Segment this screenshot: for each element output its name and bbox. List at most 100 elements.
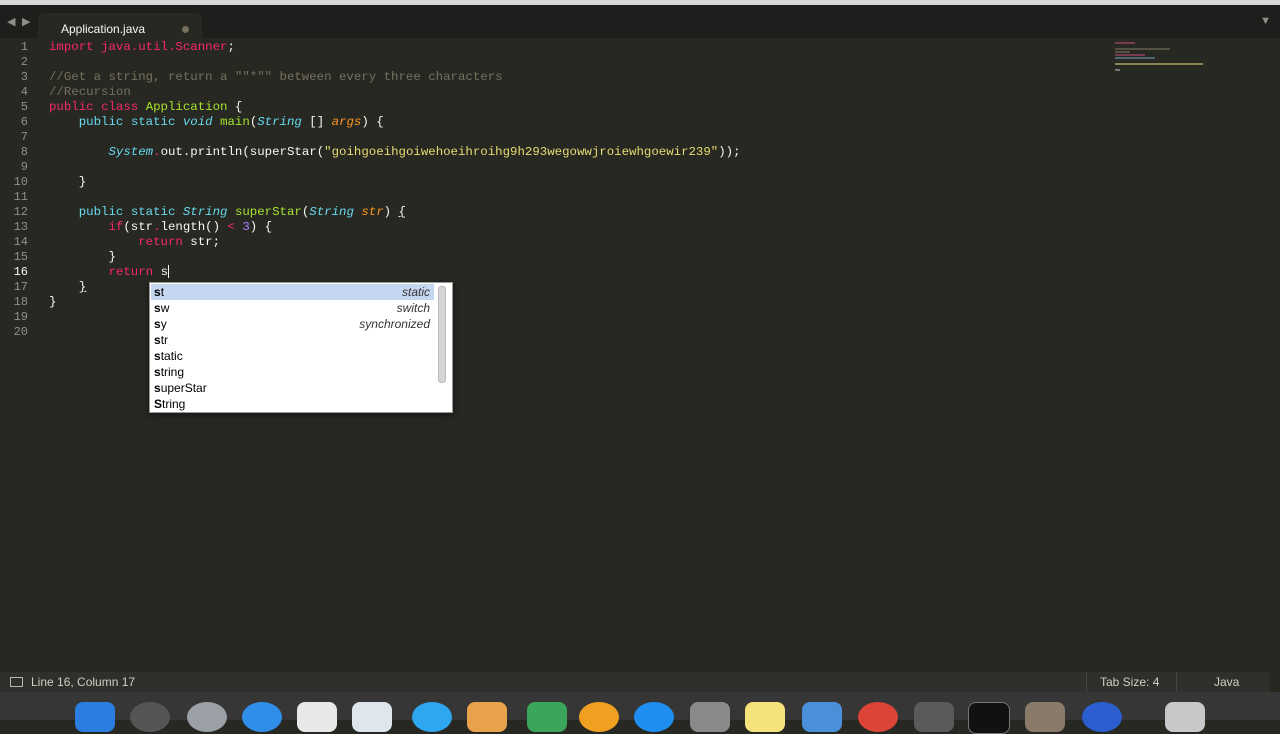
autocomplete-trigger: static bbox=[154, 349, 183, 363]
text-cursor bbox=[168, 265, 169, 279]
line-number: 9 bbox=[20, 160, 28, 174]
autocomplete-item[interactable]: static bbox=[151, 348, 434, 364]
status-divider bbox=[1086, 672, 1087, 692]
autocomplete-item[interactable]: str bbox=[151, 332, 434, 348]
trash-icon[interactable] bbox=[1165, 702, 1205, 732]
code-line-10[interactable]: } bbox=[49, 175, 741, 190]
autocomplete-popup: st static sw switch sy synchronized str sta… bbox=[149, 282, 453, 413]
code-line-14[interactable]: return str; bbox=[49, 235, 741, 250]
folder-icon[interactable] bbox=[1025, 702, 1065, 732]
code-line-16[interactable]: return s bbox=[49, 265, 741, 280]
autocomplete-item[interactable]: superStar bbox=[151, 380, 434, 396]
param-args: args bbox=[331, 115, 362, 129]
comment: //Recursion bbox=[49, 85, 131, 99]
preview-icon[interactable] bbox=[352, 702, 392, 732]
autocomplete-item[interactable]: sw switch bbox=[151, 300, 434, 316]
app-store-icon[interactable] bbox=[634, 702, 674, 732]
autocomplete-item[interactable]: sy synchronized bbox=[151, 316, 434, 332]
cursor-position: Line 16, Column 17 bbox=[31, 675, 136, 689]
keyword-import: import bbox=[49, 40, 94, 54]
forward-icon[interactable]: ▶ bbox=[22, 15, 30, 28]
line-number-current: 16 bbox=[13, 265, 28, 279]
keyword-static: static bbox=[130, 205, 176, 219]
line-number-gutter: 1 2 3 4 5 6 7 8 9 10 11 12 13 14 15 16 1… bbox=[0, 40, 36, 340]
comment: //Get a string, return a ""*"" between e… bbox=[49, 70, 503, 84]
number-literal: 3 bbox=[242, 220, 250, 234]
line-number: 5 bbox=[20, 100, 28, 114]
trigger-rest: t bbox=[160, 285, 165, 299]
autocomplete-trigger: sw bbox=[154, 301, 169, 315]
code-line-1[interactable]: import java.util.Scanner; bbox=[49, 40, 741, 55]
tab-size-selector[interactable]: Tab Size: 4 bbox=[1100, 675, 1159, 689]
dot: . bbox=[153, 220, 161, 234]
autocomplete-item[interactable]: string bbox=[151, 364, 434, 380]
code-line-12[interactable]: public static String superStar(String st… bbox=[49, 205, 741, 220]
notes-icon[interactable] bbox=[745, 702, 785, 732]
search-icon[interactable] bbox=[130, 702, 170, 732]
line-number: 13 bbox=[13, 220, 28, 234]
autocomplete-scrollbar[interactable] bbox=[438, 286, 446, 383]
code-line-8[interactable]: System.out.println(superStar("goihgoeihg… bbox=[49, 145, 741, 160]
status-divider bbox=[1176, 672, 1177, 692]
vertical-scrollbar[interactable] bbox=[1268, 38, 1280, 668]
chrome-icon[interactable] bbox=[858, 702, 898, 732]
finder-icon[interactable] bbox=[75, 702, 115, 732]
tab-title: Application.java bbox=[61, 22, 146, 36]
line-number: 12 bbox=[13, 205, 28, 219]
system-preferences-icon[interactable] bbox=[690, 702, 730, 732]
syntax-selector[interactable]: Java bbox=[1214, 675, 1239, 689]
keyword-return: return bbox=[108, 265, 154, 279]
matching-brace: { bbox=[398, 205, 406, 219]
autocomplete-trigger: superStar bbox=[154, 381, 207, 395]
typed-text: s bbox=[160, 265, 168, 279]
numbers-icon[interactable] bbox=[527, 702, 567, 732]
pages-icon[interactable] bbox=[467, 702, 507, 732]
minimap[interactable] bbox=[1115, 42, 1205, 76]
line-number: 15 bbox=[13, 250, 28, 264]
line-number: 7 bbox=[20, 130, 28, 144]
autocomplete-item[interactable]: st static bbox=[151, 284, 434, 300]
code-line-4[interactable]: //Recursion bbox=[49, 85, 741, 100]
code-line-11[interactable] bbox=[49, 190, 741, 205]
line-number: 17 bbox=[13, 280, 28, 294]
code-line-15[interactable]: } bbox=[49, 250, 741, 265]
code-line-7[interactable] bbox=[49, 130, 741, 145]
match-char: s bbox=[154, 381, 161, 395]
trigger-rest: tring bbox=[162, 397, 186, 411]
tab-unsaved-dot-icon[interactable] bbox=[182, 26, 189, 33]
messages-icon[interactable] bbox=[412, 702, 452, 732]
app-icon[interactable] bbox=[1082, 702, 1122, 732]
keyword-public: public bbox=[78, 115, 124, 129]
matching-brace: } bbox=[78, 280, 87, 294]
dock bbox=[0, 692, 1280, 734]
panel-toggle-icon[interactable] bbox=[10, 677, 23, 687]
code-line-3[interactable]: //Get a string, return a ""*"" between e… bbox=[49, 70, 741, 85]
sublime-text-icon[interactable] bbox=[914, 702, 954, 732]
safari-icon[interactable] bbox=[242, 702, 282, 732]
trigger-rest: tr bbox=[160, 333, 169, 347]
ibooks-icon[interactable] bbox=[579, 702, 619, 732]
autocomplete-trigger: sy bbox=[154, 317, 167, 331]
paren: ) bbox=[383, 205, 399, 219]
code-line-6[interactable]: public static void main(String [] args) … bbox=[49, 115, 741, 130]
package-name: java.util.Scanner bbox=[93, 40, 228, 54]
terminal-icon[interactable] bbox=[968, 702, 1010, 734]
tab-application-java[interactable]: Application.java bbox=[38, 13, 202, 43]
keyword-static: static bbox=[130, 115, 176, 129]
launchpad-icon[interactable] bbox=[187, 702, 227, 732]
autocomplete-item[interactable]: String bbox=[151, 396, 434, 412]
line-number: 4 bbox=[20, 85, 28, 99]
code-line-9[interactable] bbox=[49, 160, 741, 175]
back-icon[interactable]: ◀ bbox=[7, 15, 15, 28]
brace: { bbox=[227, 100, 243, 114]
expr: str; bbox=[182, 235, 221, 249]
operator-lt: < bbox=[227, 220, 235, 234]
paren-brace: ) { bbox=[249, 220, 273, 234]
tab-menu-icon[interactable]: ▼ bbox=[1260, 15, 1271, 27]
line-number: 10 bbox=[13, 175, 28, 189]
code-line-13[interactable]: if(str.length() < 3) { bbox=[49, 220, 741, 235]
calendar-icon[interactable] bbox=[297, 702, 337, 732]
photos-icon[interactable] bbox=[802, 702, 842, 732]
code-line-5[interactable]: public class Application { bbox=[49, 100, 741, 115]
code-line-2[interactable] bbox=[49, 55, 741, 70]
